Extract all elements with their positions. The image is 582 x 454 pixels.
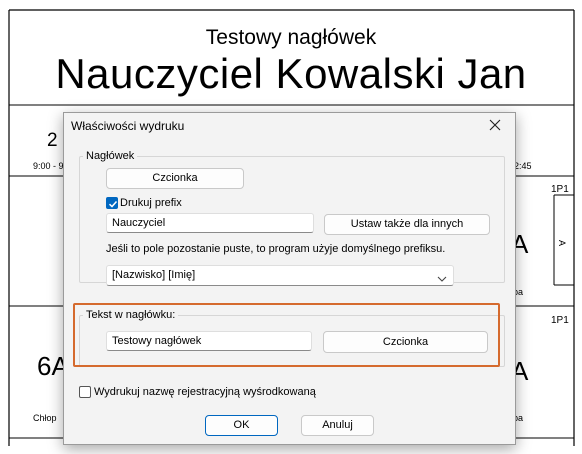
checkmark-icon [108, 200, 118, 208]
lesson-number: 2 [47, 130, 58, 151]
class-code: 1P1 [551, 315, 569, 326]
center-registration-label[interactable]: Wydrukuj nazwę rejestracyjną wyśrodkowan… [94, 386, 316, 398]
set-for-others-button[interactable]: Ustaw także dla innych [324, 214, 490, 235]
print-prefix-checkbox[interactable] [106, 197, 118, 209]
highlight-frame [73, 303, 500, 367]
cancel-button[interactable]: Anuluj [301, 415, 374, 436]
header-group-legend: Nagłówek [83, 150, 138, 162]
lesson-time-right: 2:45 [514, 161, 532, 171]
header-font-button[interactable]: Czcionka [106, 168, 244, 189]
prefix-hint: Jeśli to pole pozostanie puste, to progr… [106, 243, 446, 255]
student-text: Chłop [33, 413, 57, 423]
name-format-select[interactable]: [Nazwisko] [Imię] [106, 265, 454, 286]
prefix-input[interactable]: Nauczyciel [106, 213, 314, 233]
class-code: 1P1 [551, 184, 569, 195]
center-registration-checkbox[interactable] [79, 386, 91, 398]
print-properties-dialog: Właściwości wydruku Nagłówek Czcionka Dr… [63, 112, 516, 445]
close-icon[interactable] [485, 115, 505, 135]
ok-button[interactable]: OK [205, 415, 278, 436]
lesson-time-left: 9:00 - 9 [33, 161, 64, 171]
dialog-title: Właściwości wydruku [71, 119, 185, 133]
header-small-text: Testowy nagłówek [205, 26, 377, 49]
chevron-down-icon [437, 271, 447, 285]
side-letter: A [557, 240, 567, 247]
name-format-value: [Nazwisko] [Imię] [112, 269, 196, 281]
print-prefix-label[interactable]: Drukuj prefix [120, 197, 182, 209]
header-big-text: Nauczyciel Kowalski Jan [55, 50, 527, 97]
